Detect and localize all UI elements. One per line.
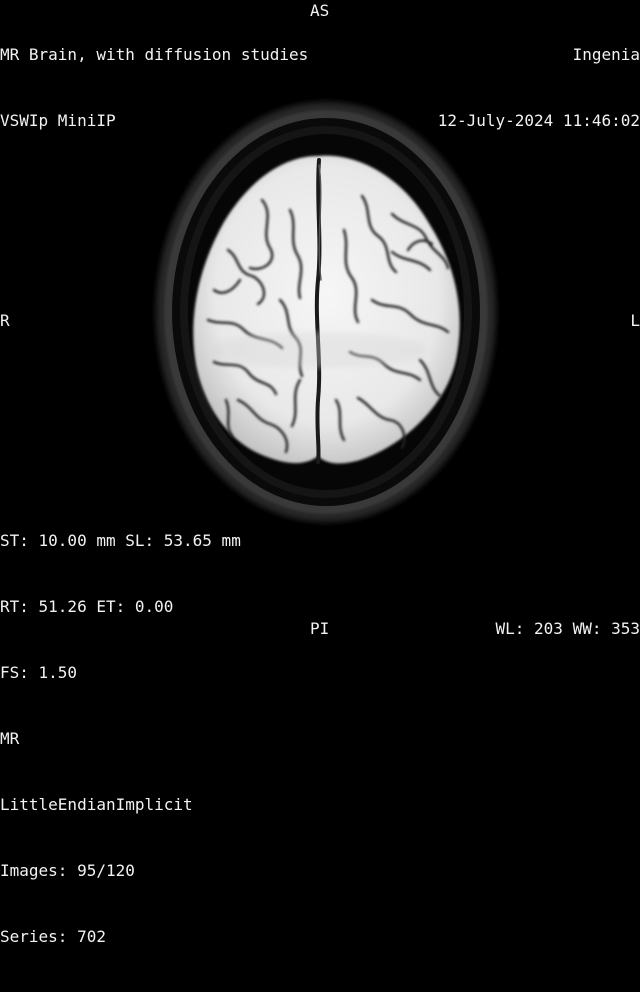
slice-thickness-location: ST: 10.00 mm SL: 53.65 mm (0, 530, 241, 552)
study-info-overlay: MR Brain, with diffusion studies VSWIp M… (0, 0, 308, 176)
device-name: Ingenia (438, 44, 640, 66)
series-number: Series: 702 (0, 926, 241, 948)
acquisition-datetime: 12-July-2024 11:46:02 (438, 110, 640, 132)
modality: MR (0, 728, 241, 750)
series-name: VSWIp MiniIP (0, 110, 308, 132)
transfer-syntax: LittleEndianImplicit (0, 794, 241, 816)
field-strength: FS: 1.50 (0, 662, 241, 684)
image-counter: Images: 95/120 (0, 860, 241, 882)
orientation-marker-right: L (630, 310, 640, 332)
orientation-marker-left: R (0, 310, 10, 332)
orientation-marker-bottom: PI (310, 618, 329, 640)
image-viewport[interactable]: MR Brain, with diffusion studies VSWIp M… (0, 0, 640, 640)
repetition-echo-time: RT: 51.26 ET: 0.00 (0, 596, 241, 618)
orientation-marker-top: AS (310, 0, 329, 22)
deep-white-matter-shading (208, 332, 428, 368)
study-description: MR Brain, with diffusion studies (0, 44, 308, 66)
window-level-readout: WL: 203 WW: 353 (496, 618, 640, 640)
acquisition-info-overlay: ST: 10.00 mm SL: 53.65 mm RT: 51.26 ET: … (0, 486, 241, 992)
device-info-overlay: Ingenia 12-July-2024 11:46:02 (438, 0, 640, 176)
